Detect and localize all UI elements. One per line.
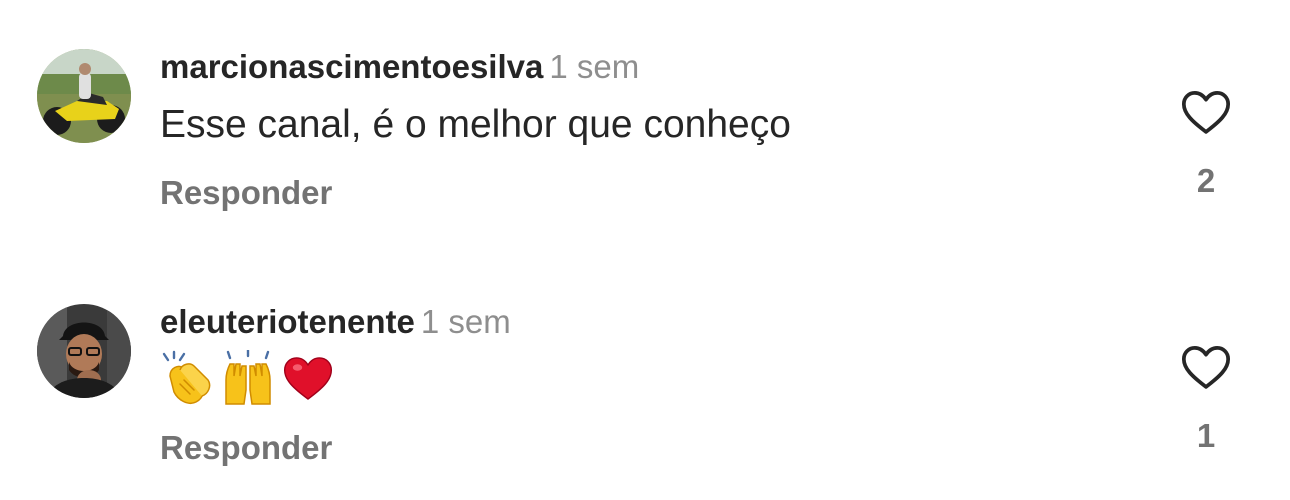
avatar-image [37,304,131,398]
avatar[interactable] [37,49,131,143]
timestamp: 1 sem [420,303,511,340]
red-heart-icon [283,357,333,400]
comment-header: marcionascimentoesilva 1 sem [160,47,639,94]
like-count: 2 [1196,162,1216,199]
avatar-image [37,49,131,143]
comment-text: Esse canal, é o melhor que conheço [160,103,791,146]
comment-item: marcionascimentoesilva 1 sem Esse canal, … [0,0,1290,211]
reply-button[interactable]: Responder [160,173,332,213]
reply-button[interactable]: Responder [160,428,332,468]
clapping-hands-icon [162,350,211,404]
like-count: 1 [1196,417,1216,454]
comment-header: eleuteriotenente 1 sem [160,302,511,349]
comment-emojis [160,350,336,406]
comment-item: eleuteriotenente 1 sem Responder 1 [0,255,1290,466]
raising-hands-icon [225,350,271,405]
timestamp: 1 sem [549,48,640,85]
username[interactable]: eleuteriotenente [160,303,415,340]
heart-icon[interactable] [1178,84,1234,140]
heart-icon[interactable] [1178,339,1234,395]
avatar[interactable] [37,304,131,398]
username[interactable]: marcionascimentoesilva [160,48,543,85]
